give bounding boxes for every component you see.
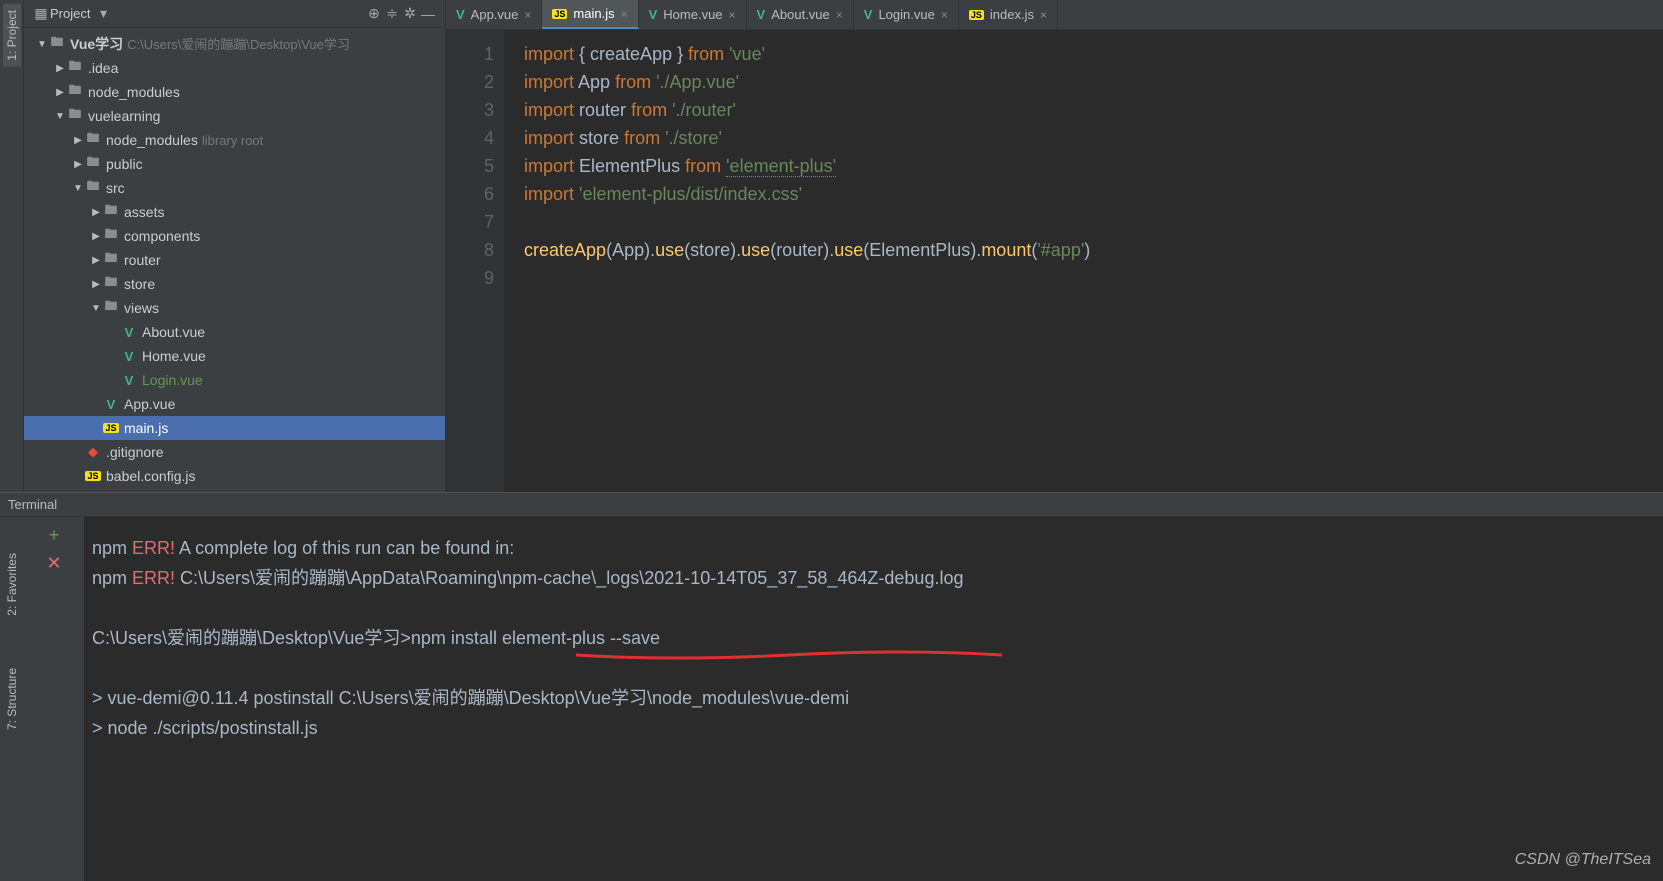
hide-icon[interactable]: — (419, 5, 437, 23)
tree-row[interactable]: JSbabel.config.js (24, 464, 445, 488)
toolwindow-tab-favorites[interactable]: 2: Favorites (3, 547, 21, 622)
editor-tab[interactable]: VLogin.vue× (854, 0, 959, 29)
terminal-pane: Terminal 2: Favorites 7: Structure + ✕ n… (0, 492, 1663, 881)
close-icon[interactable]: × (524, 8, 531, 22)
close-icon[interactable]: × (941, 8, 948, 22)
tree-row[interactable]: ▶🖿router (24, 248, 445, 272)
tree-row[interactable]: VAbout.vue (24, 320, 445, 344)
editor-pane: VApp.vue×JSmain.js×VHome.vue×VAbout.vue×… (446, 0, 1663, 492)
close-icon[interactable]: × (836, 8, 843, 22)
tree-row[interactable]: ▶🖿components (24, 224, 445, 248)
line-gutter: 123456789 (446, 30, 504, 492)
tree-row[interactable]: ▼🖿Vue学习C:\Users\爱闹的蹦蹦\Desktop\Vue学习 (24, 32, 445, 56)
terminal-content[interactable]: npm ERR! A complete log of this run can … (84, 517, 1663, 881)
left-toolwindow-strip-lower: 2: Favorites 7: Structure (0, 517, 24, 881)
close-icon[interactable]: × (729, 8, 736, 22)
editor-tab[interactable]: VApp.vue× (446, 0, 542, 29)
project-panel-header: ▦ Project ▾ ⊕ ≑ ✲ — (24, 0, 445, 28)
code-area[interactable]: 123456789 import { createApp } from 'vue… (446, 30, 1663, 492)
project-tree[interactable]: ▼🖿Vue学习C:\Users\爱闹的蹦蹦\Desktop\Vue学习▶🖿.id… (24, 28, 445, 492)
dropdown-icon[interactable]: ▾ (94, 5, 112, 23)
tree-row[interactable]: VHome.vue (24, 344, 445, 368)
editor-tab[interactable]: JSindex.js× (959, 0, 1058, 29)
editor-tab[interactable]: VAbout.vue× (747, 0, 854, 29)
tree-row[interactable]: ▼🖿src (24, 176, 445, 200)
tree-row[interactable]: ▶🖿assets (24, 200, 445, 224)
terminal-toolbar: + ✕ (24, 517, 84, 881)
collapse-icon[interactable]: ≑ (383, 5, 401, 23)
toolwindow-tab-project[interactable]: 1: Project (3, 4, 21, 67)
watermark: CSDN @TheITSea (1515, 845, 1651, 875)
tree-row[interactable]: ▶🖿public (24, 152, 445, 176)
code-content[interactable]: import { createApp } from 'vue'import Ap… (504, 30, 1663, 492)
left-toolwindow-strip: 1: Project (0, 0, 24, 492)
upper-pane: 1: Project ▦ Project ▾ ⊕ ≑ ✲ — ▼🖿Vue学习C:… (0, 0, 1663, 492)
app-root: 1: Project ▦ Project ▾ ⊕ ≑ ✲ — ▼🖿Vue学习C:… (0, 0, 1663, 881)
close-terminal-button[interactable]: ✕ (44, 553, 64, 573)
terminal-header[interactable]: Terminal (0, 493, 1663, 517)
project-panel: ▦ Project ▾ ⊕ ≑ ✲ — ▼🖿Vue学习C:\Users\爱闹的蹦… (24, 0, 446, 492)
toolwindow-tab-structure[interactable]: 7: Structure (3, 662, 21, 736)
tree-row[interactable]: VApp.vue (24, 392, 445, 416)
tree-row[interactable]: ▶🖿store (24, 272, 445, 296)
terminal-body: 2: Favorites 7: Structure + ✕ npm ERR! A… (0, 517, 1663, 881)
gear-icon[interactable]: ✲ (401, 5, 419, 23)
project-panel-title: Project (50, 6, 90, 21)
tree-row[interactable]: ◆.gitignore (24, 440, 445, 464)
locate-icon[interactable]: ⊕ (365, 5, 383, 23)
tree-row[interactable]: JSmain.js (24, 416, 445, 440)
tree-row[interactable]: ▼🖿views (24, 296, 445, 320)
editor-tabs: VApp.vue×JSmain.js×VHome.vue×VAbout.vue×… (446, 0, 1663, 30)
tree-row[interactable]: ▼🖿vuelearning (24, 104, 445, 128)
tree-row[interactable]: ▶🖿.idea (24, 56, 445, 80)
tree-row[interactable]: ▶🖿node_modules (24, 80, 445, 104)
new-terminal-button[interactable]: + (44, 525, 64, 545)
editor-tab[interactable]: VHome.vue× (639, 0, 747, 29)
tree-row[interactable]: ▶🖿node_moduleslibrary root (24, 128, 445, 152)
project-icon: ▦ (32, 5, 50, 23)
close-icon[interactable]: × (621, 7, 628, 21)
tree-row[interactable]: VLogin.vue (24, 368, 445, 392)
close-icon[interactable]: × (1040, 8, 1047, 22)
editor-tab[interactable]: JSmain.js× (542, 0, 638, 29)
